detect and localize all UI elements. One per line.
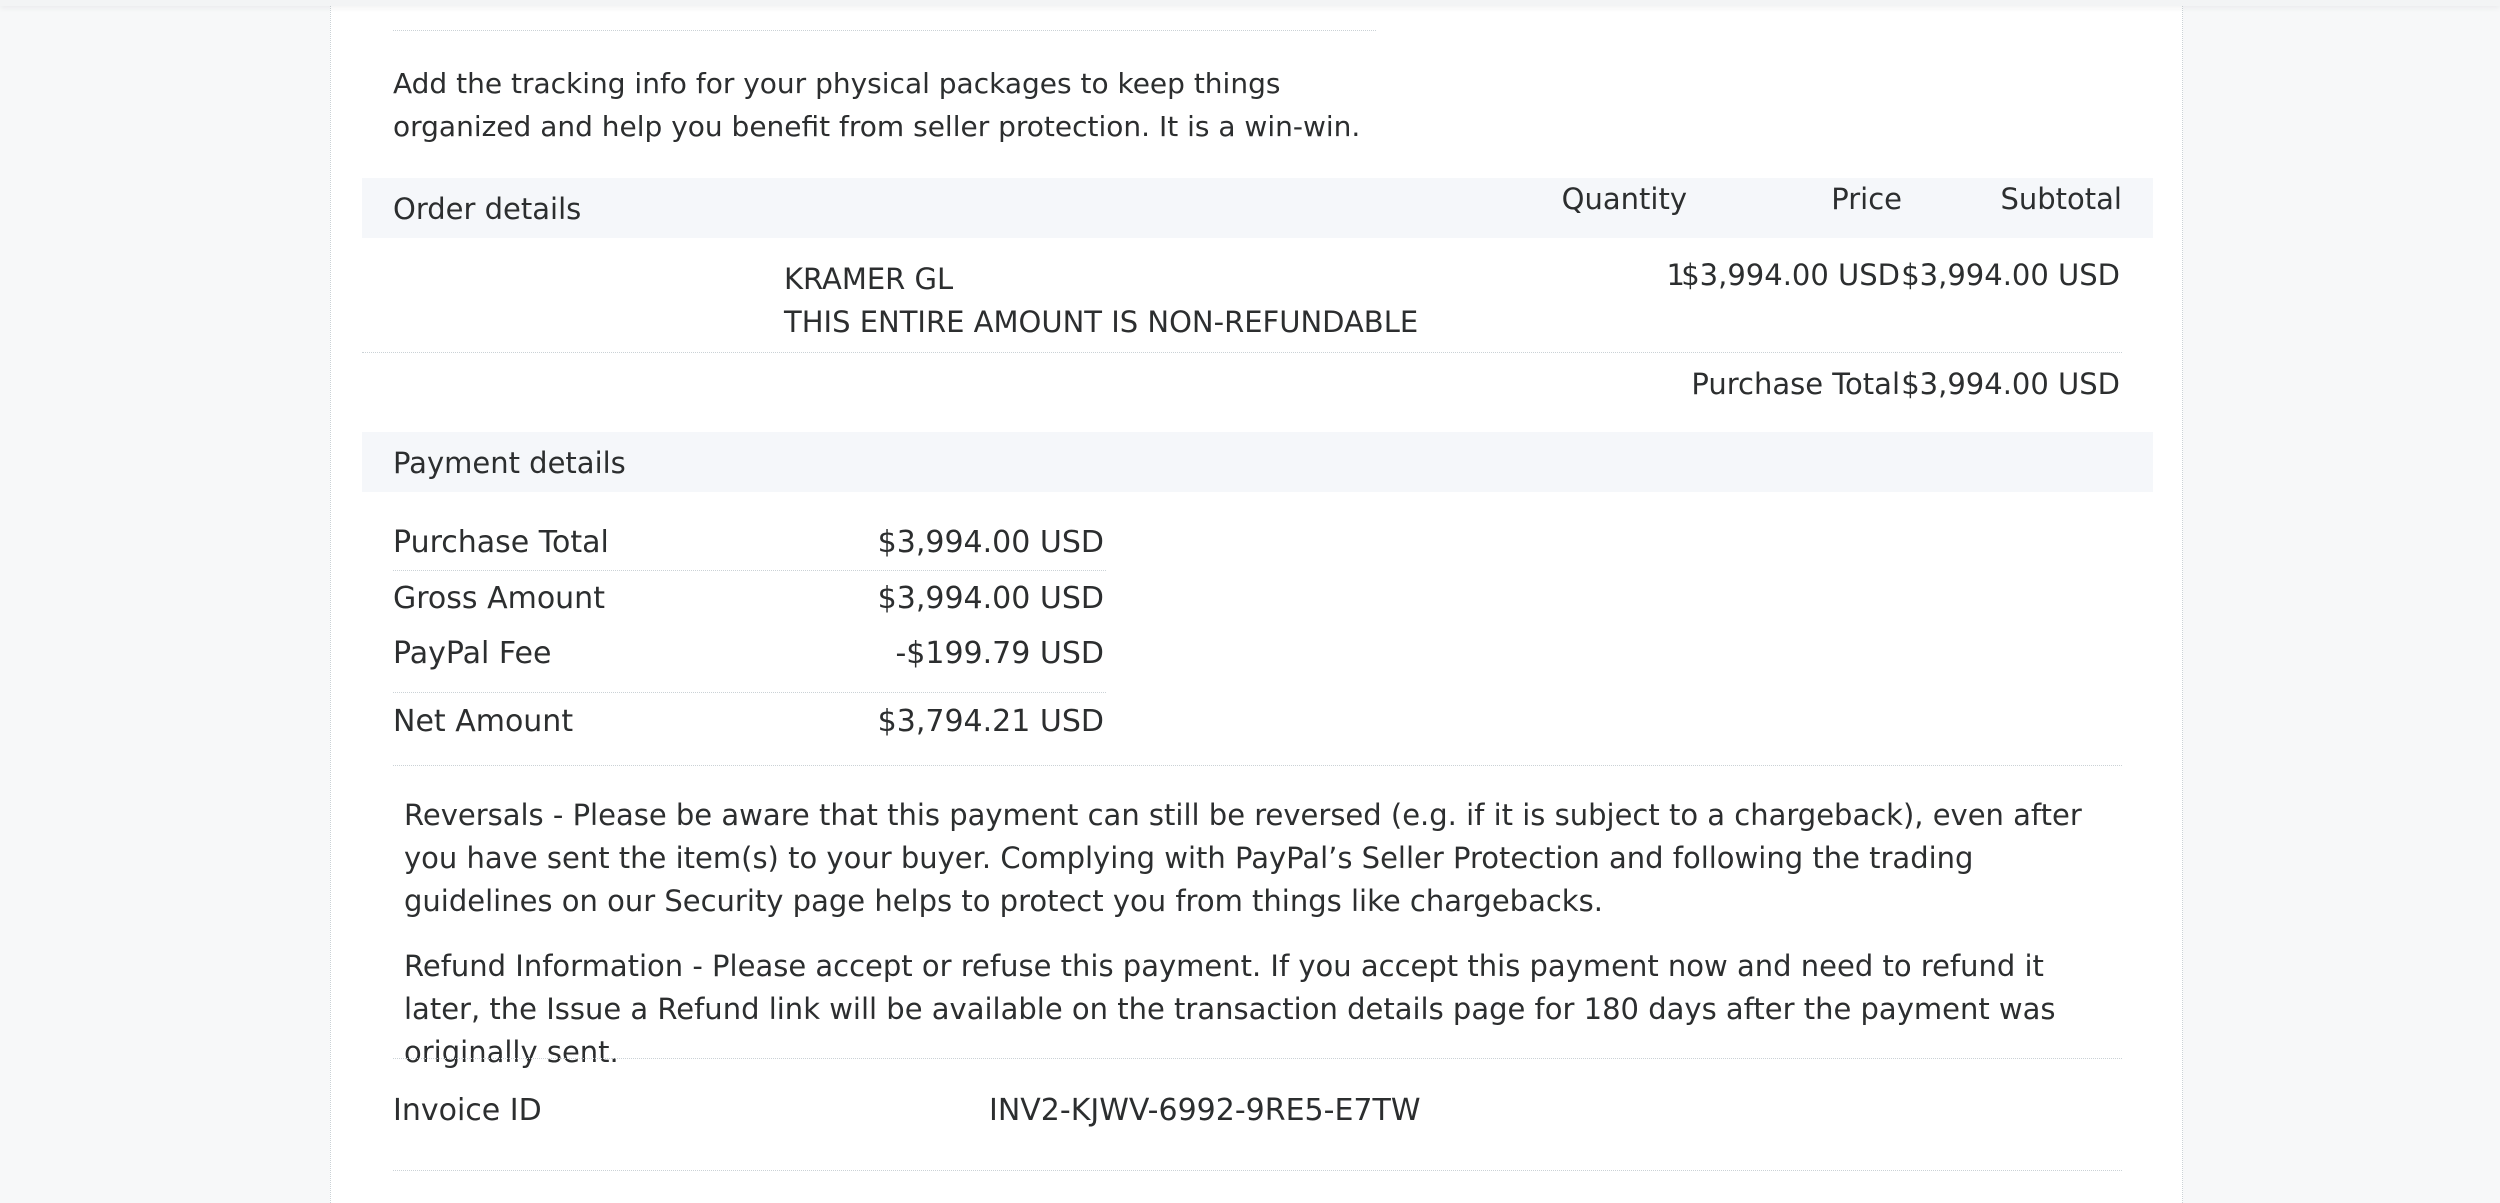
item-subtotal: $3,994.00 USD — [1901, 258, 2120, 292]
divider — [393, 570, 1106, 571]
payment-row-value: -$199.79 USD — [895, 636, 1104, 671]
order-line-item: KRAMER GL THIS ENTIRE AMOUNT IS NON-REFU… — [784, 258, 1418, 344]
payment-row-value: $3,994.00 USD — [877, 525, 1104, 560]
reversals-notice: Reversals - Please be aware that this pa… — [404, 798, 2082, 918]
order-details-header: Order details Quantity Price Subtotal — [362, 178, 2153, 238]
payment-row-label: Gross Amount — [393, 581, 605, 616]
payment-row-label: PayPal Fee — [393, 636, 552, 671]
divider — [393, 1170, 2122, 1171]
item-description: THIS ENTIRE AMOUNT IS NON-REFUNDABLE — [784, 305, 1419, 339]
tracking-info-intro: Add the tracking info for your physical … — [393, 62, 1393, 148]
intro-line-1: Add the tracking info for your physical … — [393, 67, 1281, 100]
divider — [393, 30, 1376, 31]
quantity-column-header: Quantity — [1561, 182, 1687, 216]
payment-row-label: Purchase Total — [393, 525, 609, 560]
item-price: $3,994.00 USD — [1681, 258, 1900, 292]
top-shadow-bar — [0, 0, 2500, 6]
price-column-header: Price — [1831, 182, 1902, 216]
payment-details-header: Payment details — [362, 432, 2153, 492]
invoice-id-label: Invoice ID — [393, 1093, 542, 1128]
item-name: KRAMER GL — [784, 262, 954, 296]
subtotal-column-header: Subtotal — [2000, 182, 2122, 216]
payment-row-value: $3,994.00 USD — [877, 581, 1104, 616]
payment-details-title: Payment details — [393, 446, 626, 480]
divider — [393, 1058, 2122, 1059]
net-amount-value: $3,794.21 USD — [877, 704, 1104, 739]
divider — [393, 765, 2122, 766]
divider — [393, 692, 1106, 693]
invoice-id-value: INV2-KJWV-6992-9RE5-E7TW — [989, 1093, 1421, 1128]
order-details-title: Order details — [393, 192, 582, 226]
intro-line-2: organized and help you benefit from sell… — [393, 110, 1361, 143]
purchase-total-value: $3,994.00 USD — [1901, 367, 2120, 401]
purchase-total-label: Purchase Total — [1691, 367, 1900, 401]
transaction-details-panel: Add the tracking info for your physical … — [330, 0, 2183, 1203]
divider — [362, 352, 2122, 353]
refund-information-notice: Refund Information - Please accept or re… — [404, 949, 2056, 1069]
net-amount-label: Net Amount — [393, 704, 574, 739]
